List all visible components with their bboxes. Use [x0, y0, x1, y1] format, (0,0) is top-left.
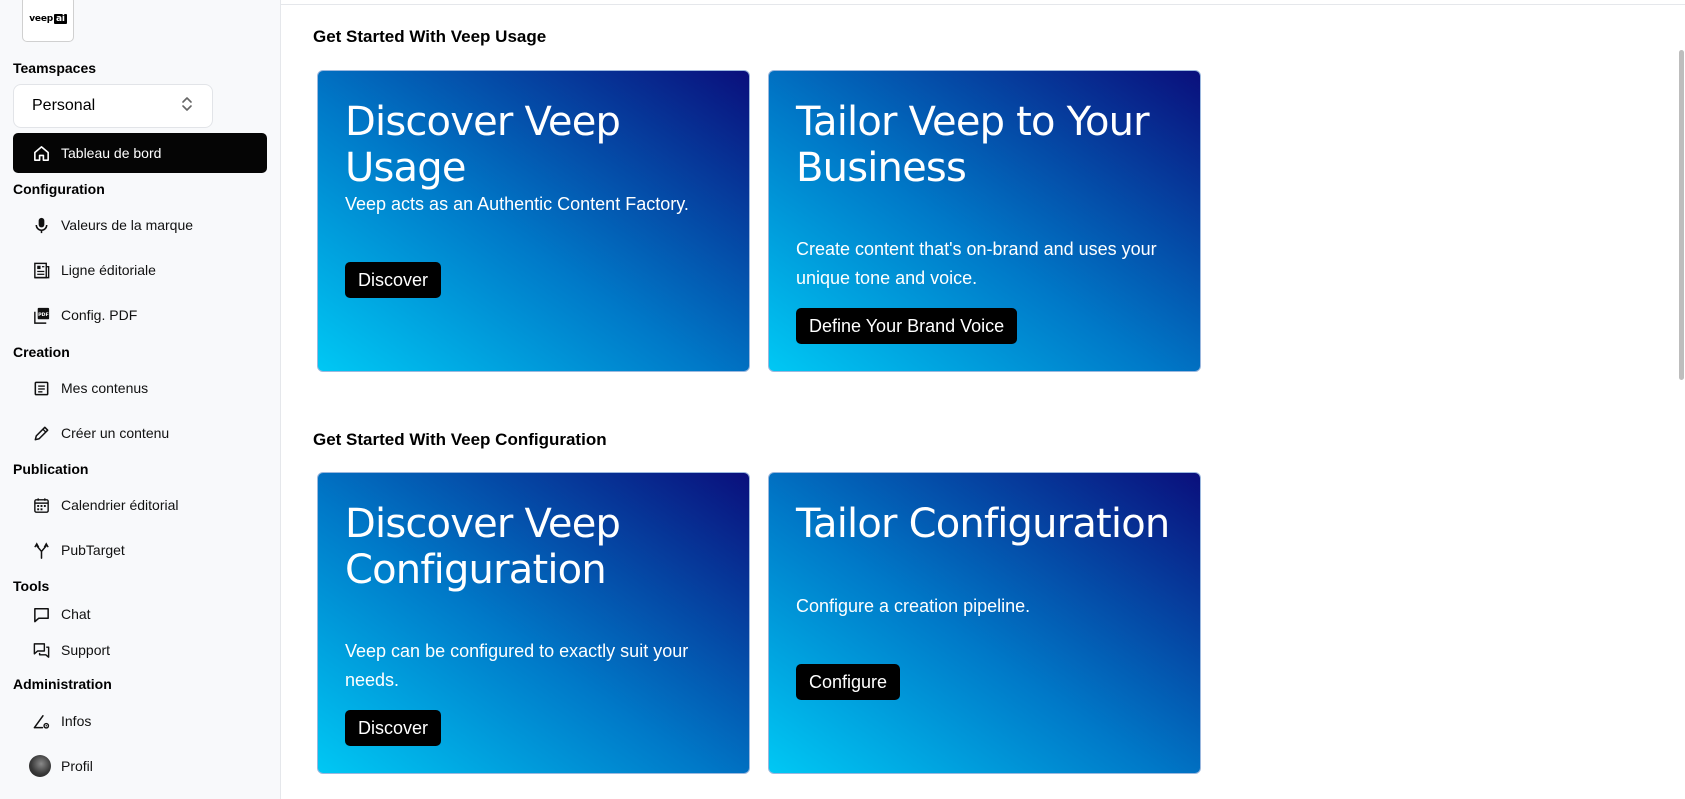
card-text: Veep acts as an Authentic Content Factor… — [345, 194, 689, 214]
chat-icon — [31, 604, 51, 624]
card-title: Tailor Configuration — [796, 501, 1170, 547]
sidebar-item-support[interactable]: Support — [13, 630, 267, 670]
tools-heading: Tools — [13, 578, 50, 594]
card-text: Veep can be configured to exactly suit y… — [345, 641, 689, 690]
teamspaces-heading: Teamspaces — [13, 60, 97, 76]
vertical-scrollbar[interactable] — [1677, 40, 1685, 400]
fork-icon — [31, 540, 51, 560]
sidebar-item-label: Ligne éditoriale — [61, 262, 156, 278]
sidebar-item-infos[interactable]: Infos — [13, 701, 267, 741]
sidebar-item-profile[interactable]: Profil — [13, 746, 267, 786]
sidebar-item-label: Support — [61, 642, 111, 658]
sidebar-item-my-contents[interactable]: Mes contenus — [13, 368, 267, 408]
usage-section-title: Get Started With Veep Usage — [313, 27, 547, 46]
logo-badge: ai — [53, 14, 67, 24]
publication-heading: Publication — [13, 461, 89, 477]
sidebar-item-dashboard[interactable]: Tableau de bord — [13, 133, 267, 173]
config-section-title: Get Started With Veep Configuration — [313, 430, 607, 449]
teamspace-select-value: Personal — [32, 97, 96, 114]
sidebar-item-label: Créer un contenu — [61, 425, 170, 441]
sidebar-item-label: PubTarget — [61, 542, 125, 558]
sidebar-item-label: Valeurs de la marque — [61, 217, 194, 233]
sidebar-item-label: Infos — [61, 713, 92, 729]
chevron-updown-icon — [180, 95, 194, 118]
support-chat-icon — [31, 640, 51, 660]
card-text: Create content that's on-brand and uses … — [796, 239, 1157, 288]
calendar-icon — [31, 495, 51, 515]
card-text: Configure a creation pipeline. — [796, 596, 1031, 616]
define-brand-voice-button[interactable]: Define Your Brand Voice — [796, 308, 1018, 344]
teamspace-select[interactable]: Personal — [13, 84, 213, 128]
sidebar: veep ai Teamspaces Personal Tableau de bo… — [0, 0, 281, 799]
configure-button[interactable]: Configure — [796, 664, 901, 700]
sidebar-item-editorial-calendar[interactable]: Calendrier éditorial — [13, 485, 267, 525]
administration-heading: Administration — [13, 676, 112, 692]
sidebar-item-chat[interactable]: Chat — [13, 594, 267, 634]
card-title: Discover Veep Usage — [345, 99, 621, 191]
discover-usage-button[interactable]: Discover — [345, 262, 442, 298]
sidebar-item-label: Chat — [61, 606, 91, 622]
sidebar-item-brand-values[interactable]: Valeurs de la marque — [13, 205, 267, 245]
sidebar-item-label: Config. PDF — [61, 307, 138, 323]
sidebar-item-pubtarget[interactable]: PubTarget — [13, 530, 267, 570]
svg-text:PDF: PDF — [38, 311, 49, 317]
discover-usage-card: Discover Veep Usage Veep acts as an Auth… — [317, 70, 750, 372]
discover-config-button[interactable]: Discover — [345, 710, 442, 746]
home-icon — [31, 143, 51, 163]
pdf-icon: PDF — [31, 305, 51, 325]
card-title: Tailor Veep to Your Business — [796, 99, 1150, 191]
app-logo[interactable]: veep ai — [22, 0, 74, 42]
discover-config-card: Discover Veep Configuration Veep can be … — [317, 472, 750, 774]
document-list-icon — [31, 378, 51, 398]
pencil-icon — [31, 423, 51, 443]
card-title: Discover Veep Configuration — [345, 501, 621, 593]
tailor-config-card: Tailor Configuration Configure a creatio… — [768, 472, 1201, 774]
creation-heading: Creation — [13, 344, 70, 360]
avatar — [29, 755, 51, 777]
sidebar-item-pdf-config[interactable]: PDF Config. PDF — [13, 295, 267, 335]
sidebar-item-label: Tableau de bord — [61, 145, 162, 161]
microphone-icon — [31, 215, 51, 235]
newspaper-icon — [31, 260, 51, 280]
sidebar-item-label: Profil — [61, 758, 93, 774]
tailor-business-card: Tailor Veep to Your Business Create cont… — [768, 70, 1201, 372]
scrollbar-thumb[interactable] — [1678, 50, 1684, 380]
sidebar-item-editorial-line[interactable]: Ligne éditoriale — [13, 250, 267, 290]
settings-pen-icon — [31, 711, 51, 731]
sidebar-item-label: Calendrier éditorial — [61, 497, 179, 513]
configuration-heading: Configuration — [13, 181, 105, 197]
sidebar-item-label: Mes contenus — [61, 380, 149, 396]
header-divider — [281, 4, 1685, 5]
sidebar-item-create-content[interactable]: Créer un contenu — [13, 413, 267, 453]
logo-text: veep — [29, 14, 53, 24]
